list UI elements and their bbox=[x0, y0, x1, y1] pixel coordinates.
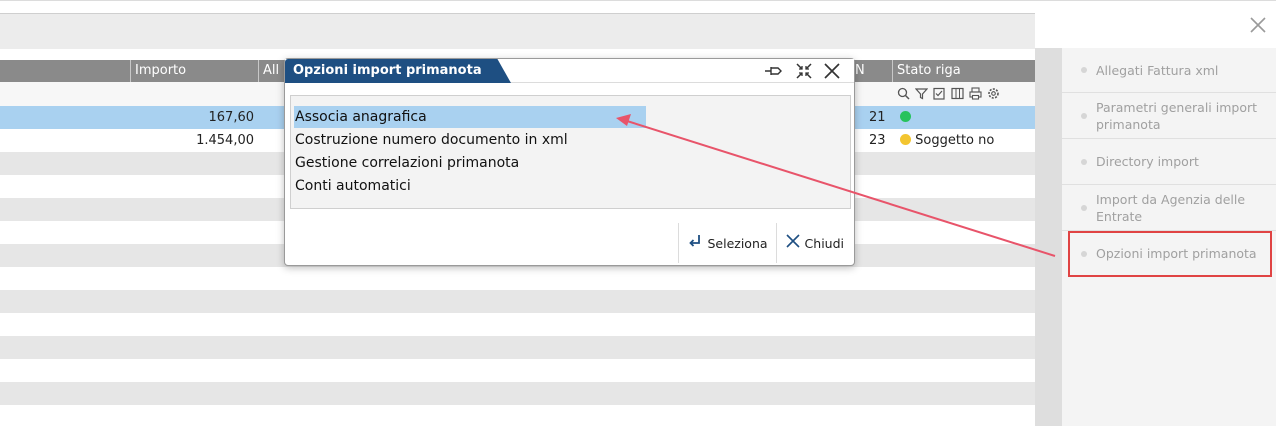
select-button-label: Seleziona bbox=[707, 235, 768, 251]
sidebar-item-label: Directory import bbox=[1096, 154, 1199, 169]
table-row[interactable] bbox=[0, 336, 1035, 359]
close-button-label: Chiudi bbox=[804, 235, 844, 251]
sidebar-item-label: Opzioni import primanota bbox=[1096, 246, 1257, 261]
table-row[interactable] bbox=[0, 382, 1035, 405]
sidebar-item-label: Parametri generali import primanota bbox=[1096, 99, 1258, 132]
table-row[interactable] bbox=[0, 359, 1035, 382]
table-row[interactable] bbox=[0, 290, 1035, 313]
sidebar-item-label: Import da Agenzia delle Entrate bbox=[1096, 191, 1246, 224]
close-icon bbox=[785, 233, 801, 254]
column-header-stato-riga[interactable]: Stato riga bbox=[892, 60, 1035, 82]
options-dialog: Opzioni import primanota Associa anagraf… bbox=[284, 58, 855, 266]
bullet-icon bbox=[1081, 158, 1087, 165]
cell-importo: 1.454,00 bbox=[196, 133, 254, 148]
select-button[interactable]: Seleziona bbox=[678, 223, 775, 263]
close-button[interactable]: Chiudi bbox=[775, 223, 852, 263]
sidebar-item-opzioni-import-primanota[interactable]: Opzioni import primanota bbox=[1068, 231, 1272, 277]
toolbar-strip bbox=[0, 13, 1035, 49]
bullet-icon bbox=[1081, 204, 1087, 211]
columns-icon[interactable] bbox=[950, 85, 964, 101]
close-icon[interactable] bbox=[822, 61, 842, 86]
table-row[interactable] bbox=[0, 267, 1035, 290]
expand-icon[interactable] bbox=[794, 61, 814, 86]
cell-stato: Soggetto no bbox=[915, 133, 995, 148]
status-dot-icon bbox=[900, 134, 911, 145]
vertical-scrollbar[interactable] bbox=[1035, 48, 1062, 426]
options-list: Associa anagrafica Costruzione numero do… bbox=[290, 95, 851, 209]
enter-icon bbox=[687, 233, 703, 254]
dialog-buttons: Seleziona Chiudi bbox=[678, 223, 852, 263]
status-badge: Soggetto no bbox=[900, 129, 994, 152]
table-row[interactable] bbox=[0, 313, 1035, 336]
cell-n: 21 bbox=[869, 110, 886, 125]
bullet-icon bbox=[1081, 112, 1087, 119]
checklist-icon[interactable] bbox=[932, 85, 946, 101]
status-dot-icon bbox=[900, 111, 911, 122]
list-item-gestione-correlazioni[interactable]: Gestione correlazioni primanota bbox=[294, 152, 519, 174]
dialog-title: Opzioni import primanota bbox=[285, 59, 511, 83]
bullet-icon bbox=[1081, 67, 1087, 73]
sidebar-item-parametri-generali[interactable]: Parametri generali import primanota bbox=[1062, 93, 1276, 139]
status-badge bbox=[900, 106, 911, 129]
top-bar bbox=[0, 0, 1276, 49]
column-header-n[interactable]: N bbox=[850, 60, 892, 82]
sidebar-item-label: Allegati Fattura xml bbox=[1096, 62, 1219, 78]
sidebar: Allegati Fattura xml Parametri generali … bbox=[1062, 48, 1276, 426]
list-item-conti-automatici[interactable]: Conti automatici bbox=[294, 175, 411, 197]
column-header-importo[interactable]: Importo bbox=[130, 60, 258, 82]
search-icon[interactable] bbox=[896, 85, 910, 101]
list-item-costruzione-numero[interactable]: Costruzione numero documento in xml bbox=[294, 129, 568, 151]
pin-icon[interactable] bbox=[764, 61, 786, 86]
cell-importo: 167,60 bbox=[208, 110, 255, 125]
sidebar-item-import-agenzia-entrate[interactable]: Import da Agenzia delle Entrate bbox=[1062, 185, 1276, 231]
dialog-titlebar: Opzioni import primanota bbox=[285, 59, 854, 83]
print-icon[interactable] bbox=[968, 85, 982, 101]
list-item-associa-anagrafica[interactable]: Associa anagrafica bbox=[294, 106, 646, 128]
cell-n: 23 bbox=[869, 133, 886, 148]
filter-icon[interactable] bbox=[914, 85, 928, 101]
sidebar-item-allegati-fattura-xml[interactable]: Allegati Fattura xml bbox=[1062, 48, 1276, 93]
table-row[interactable] bbox=[0, 405, 1035, 426]
close-icon[interactable] bbox=[1248, 15, 1268, 35]
sidebar-item-directory-import[interactable]: Directory import bbox=[1062, 139, 1276, 185]
settings-icon[interactable] bbox=[986, 85, 1000, 101]
bullet-icon bbox=[1081, 250, 1087, 257]
